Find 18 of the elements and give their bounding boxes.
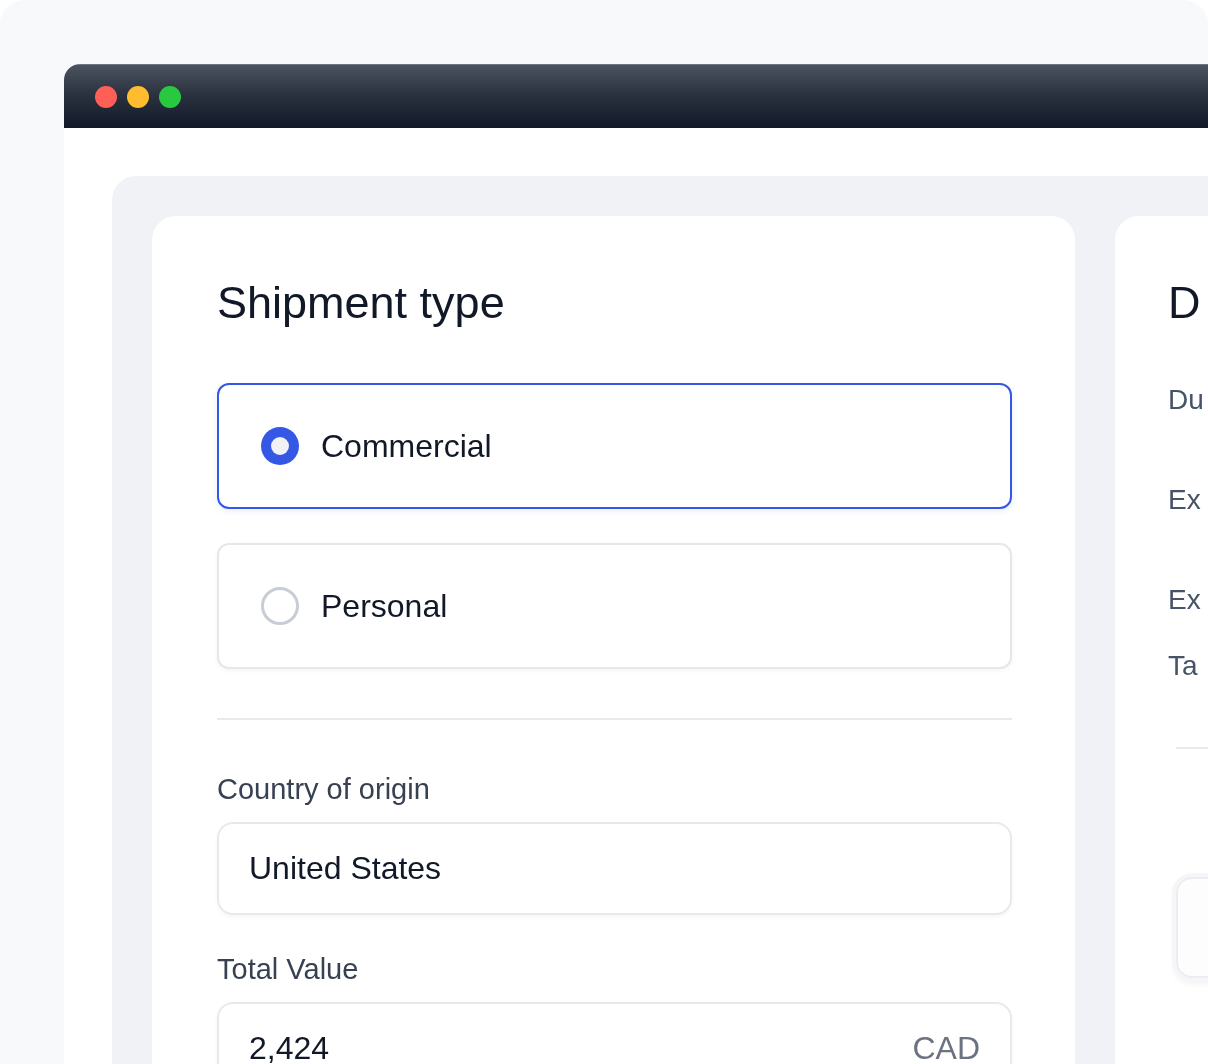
field-label: Country of origin [217,772,431,806]
text-field[interactable]: 2,424 CAD [217,1002,1012,1064]
row-label: Ta [1168,649,1198,683]
minimize-icon[interactable] [127,85,149,108]
row-label: Ex [1168,583,1201,617]
radio-option[interactable]: Commercial [217,383,1012,509]
radio-icon[interactable] [261,427,299,465]
radio-icon[interactable] [261,587,299,625]
card-title: Shipment type [217,276,506,330]
row-label: Ex [1168,483,1201,517]
text-field[interactable]: United States [217,822,1012,915]
radio-option[interactable]: Personal [217,543,1012,669]
currency-suffix: CAD [912,1030,980,1064]
field-label: Total Value [217,952,360,986]
card-title: D [1168,276,1201,330]
close-icon[interactable] [95,85,117,108]
row-label: Du [1168,383,1204,417]
maximize-icon[interactable] [159,85,181,108]
